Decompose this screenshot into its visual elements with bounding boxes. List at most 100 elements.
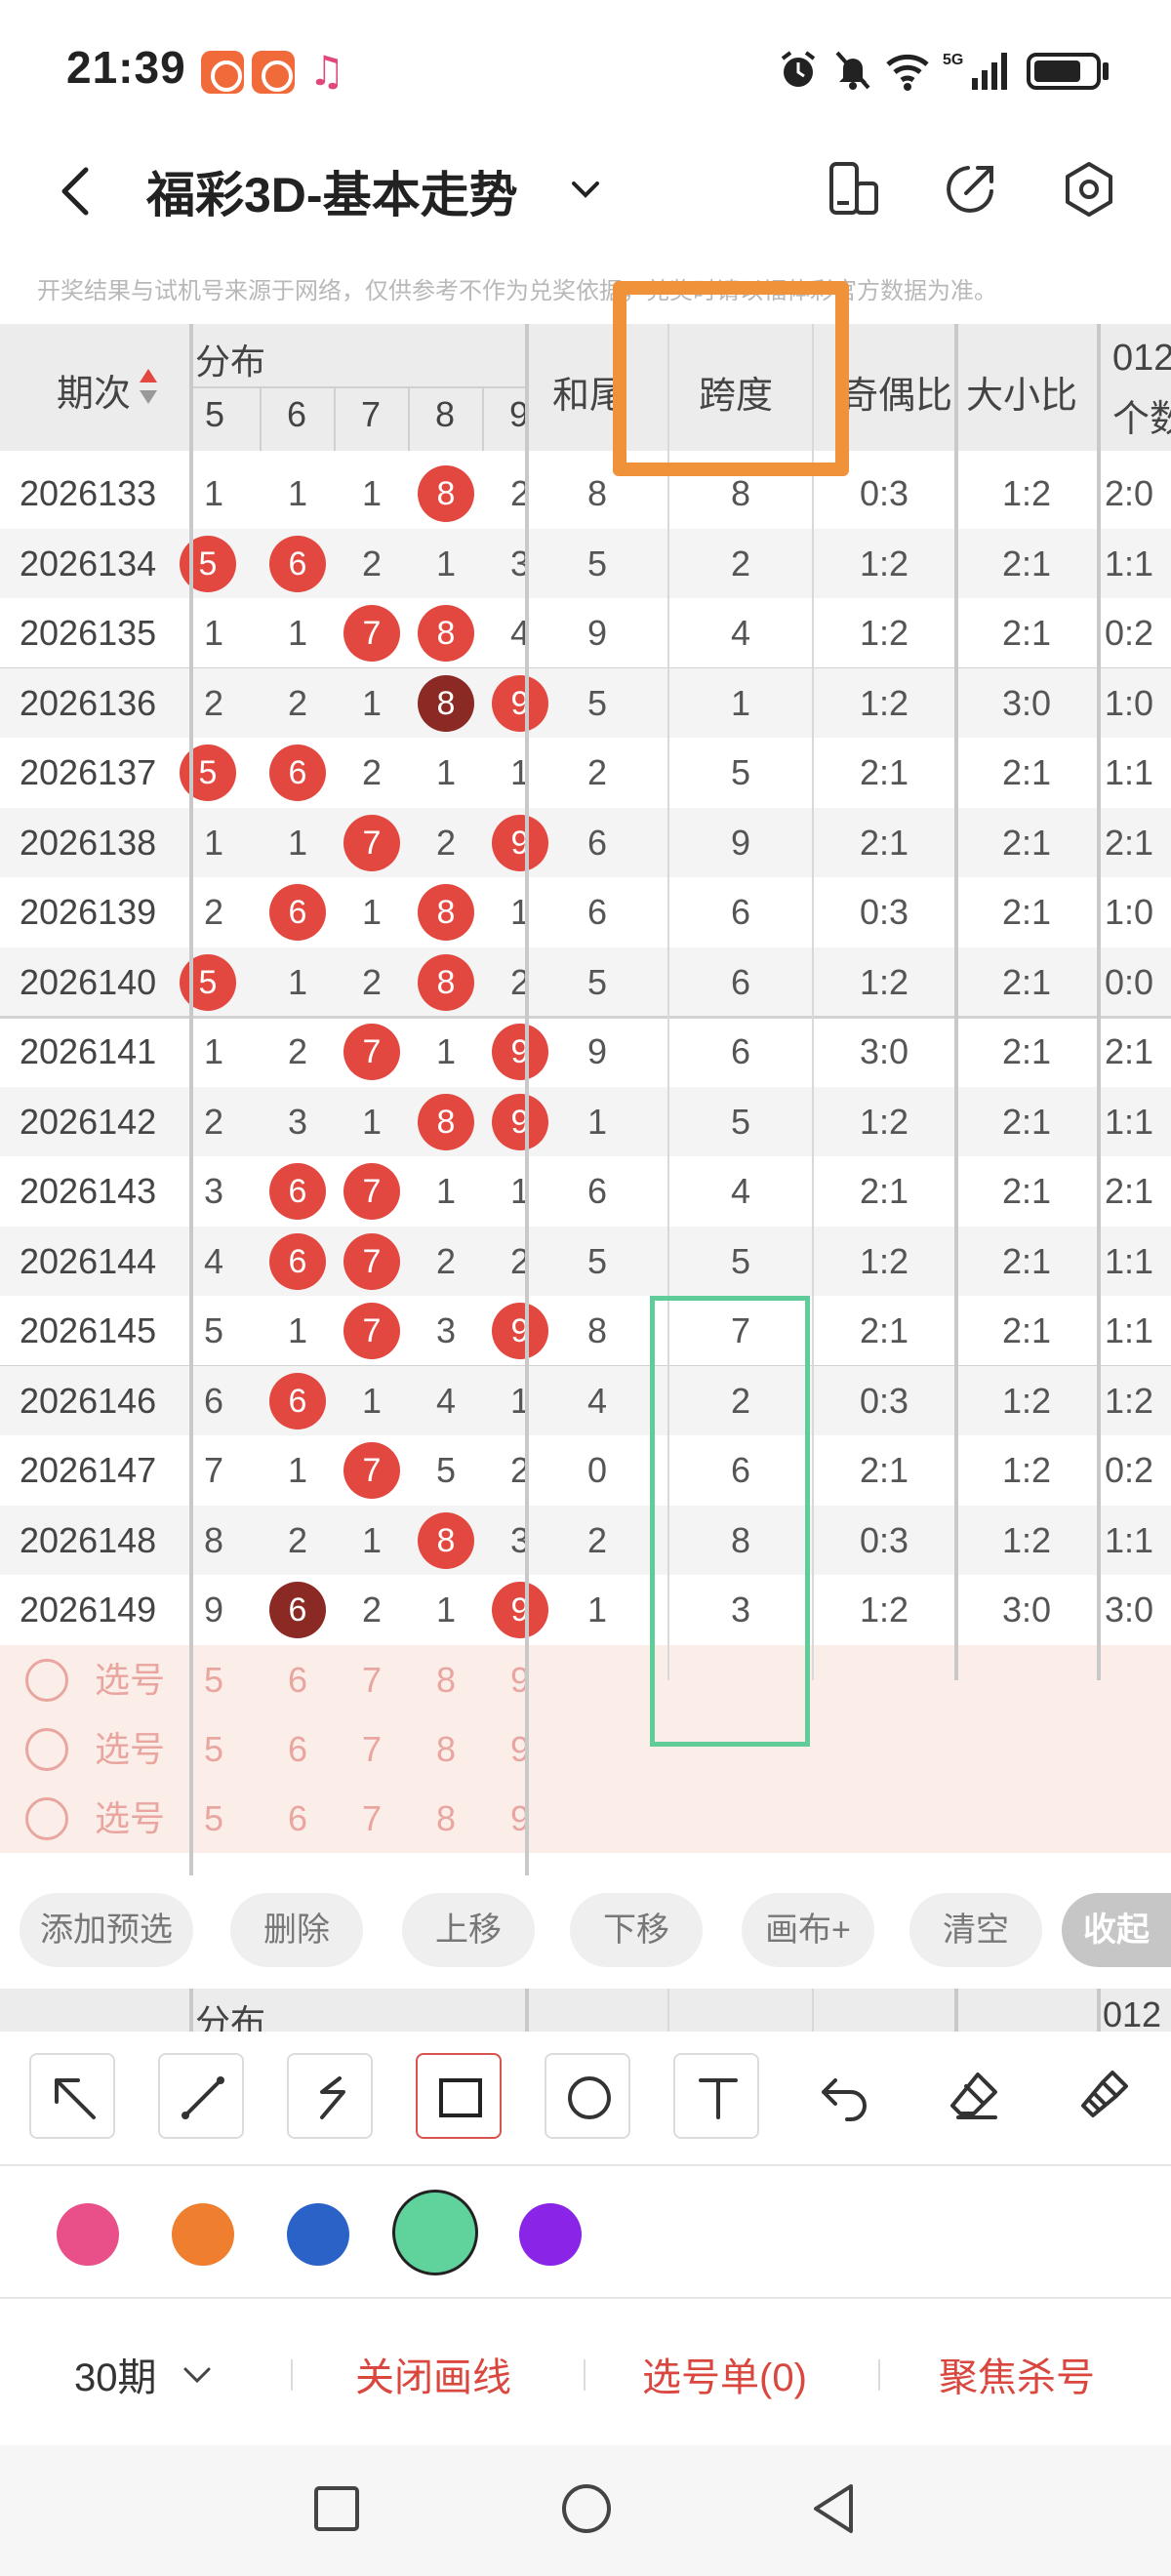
table-row[interactable]: 2026146 6 6 1 4 1 4 2 0:3 1:2 1:2: [0, 1365, 1171, 1435]
move-up-button[interactable]: 上移: [402, 1893, 535, 1967]
table-row[interactable]: 2026133 1 1 1 8 2 8 8 0:3 1:2 2:0: [0, 459, 1171, 529]
eraser-icon[interactable]: [931, 2053, 1017, 2139]
header-span[interactable]: 跨度: [699, 365, 773, 419]
sum-tail-cell: 1: [586, 1590, 608, 1630]
table-row[interactable]: 2026141 1 2 7 1 9 9 6 3:0 2:1 2:1: [0, 1017, 1171, 1087]
column-divider: [1097, 324, 1101, 1680]
ratio-cell: 1:2: [1105, 1380, 1154, 1421]
select-label[interactable]: 选号: [86, 1784, 174, 1853]
phone-layout-icon[interactable]: [822, 158, 884, 221]
picker-digit[interactable]: 8: [414, 1784, 478, 1853]
move-down-button[interactable]: 下移: [570, 1893, 703, 1967]
picker-digit[interactable]: 8: [414, 1645, 478, 1714]
undo-icon[interactable]: [802, 2053, 888, 2139]
odd-even-cell: 0:3: [859, 1519, 909, 1560]
back-arrow-icon[interactable]: [49, 162, 107, 221]
header-big-small[interactable]: 大小比: [966, 365, 1077, 419]
header-issue[interactable]: 期次: [57, 363, 131, 417]
selection-list-button[interactable]: 选号单(0): [642, 2346, 807, 2402]
arrow-tool-icon[interactable]: [29, 2053, 115, 2139]
back-icon[interactable]: [800, 2475, 868, 2543]
delete-button[interactable]: 删除: [230, 1893, 363, 1967]
color-swatch-orange[interactable]: [172, 2203, 234, 2266]
table-row[interactable]: 2026134 5 6 2 1 3 5 2 1:2 2:1 1:1: [0, 528, 1171, 598]
action-chip-row: 添加预选 删除 上移 下移 画布+ 清空 收起: [0, 1883, 1171, 1981]
span-cell: 2: [730, 543, 751, 584]
picker-digit[interactable]: 6: [265, 1645, 330, 1714]
collapse-button[interactable]: 收起: [1062, 1893, 1171, 1967]
digit-cell: 1: [361, 892, 383, 932]
color-swatch-blue[interactable]: [287, 2203, 349, 2266]
drawing-toolbar: [0, 2032, 1171, 2166]
hit-ball: 7: [343, 605, 400, 662]
share-icon[interactable]: [939, 158, 1001, 221]
hit-ball: 7: [343, 814, 400, 871]
picker-digit[interactable]: 7: [340, 1784, 404, 1853]
table-row[interactable]: 2026138 1 1 7 2 9 6 9 2:1 2:1 2:1: [0, 807, 1171, 877]
picker-digit[interactable]: 7: [340, 1645, 404, 1714]
table-row[interactable]: 2026143 3 6 7 1 1 6 4 2:1 2:1 2:1: [0, 1156, 1171, 1227]
close-lines-button[interactable]: 关闭画线: [355, 2346, 511, 2402]
chevron-down-icon[interactable]: [180, 2361, 215, 2391]
clear-brush-icon[interactable]: [1060, 2053, 1146, 2139]
rectangle-tool-icon[interactable]: [416, 2053, 502, 2139]
header-digit-9: 9: [508, 394, 530, 434]
sum-tail-cell: 8: [586, 473, 608, 513]
table-row[interactable]: 2026147 7 1 7 5 2 0 6 2:1 1:2 0:2: [0, 1435, 1171, 1506]
add-preset-button[interactable]: 添加预选: [20, 1893, 193, 1967]
table-row[interactable]: 2026137 5 6 2 1 1 2 5 2:1 2:1 1:1: [0, 738, 1171, 808]
picker-digit[interactable]: 7: [340, 1714, 404, 1784]
wifi-icon: [886, 54, 929, 91]
canvas-plus-button[interactable]: 画布+: [742, 1893, 874, 1967]
picker-digit[interactable]: 9: [488, 1784, 552, 1853]
table-row[interactable]: 2026136 2 2 1 8 9 5 1 1:2 3:0 1:0: [0, 667, 1171, 738]
recent-apps-icon[interactable]: [303, 2475, 371, 2543]
span-cell: 4: [730, 1171, 751, 1211]
select-radio[interactable]: [25, 1727, 68, 1771]
select-radio[interactable]: [25, 1796, 68, 1840]
table-row[interactable]: 2026142 2 3 1 8 9 1 5 1:2 2:1 1:1: [0, 1086, 1171, 1156]
digit-cell: 3: [435, 1310, 457, 1350]
header-odd-even[interactable]: 奇偶比: [841, 365, 952, 419]
digit-cell: 3: [287, 1101, 308, 1142]
header-sum-tail[interactable]: 和尾: [552, 365, 626, 419]
sort-icon[interactable]: [137, 367, 160, 406]
table-row[interactable]: 2026135 1 1 7 8 4 9 4 1:2 2:1 0:2: [0, 598, 1171, 668]
table-row[interactable]: 2026148 8 2 1 8 3 2 8 0:3 1:2 1:1: [0, 1505, 1171, 1575]
freehand-tool-icon[interactable]: [287, 2053, 373, 2139]
digit-cell: 2: [287, 1031, 308, 1071]
color-swatch-pink[interactable]: [57, 2203, 119, 2266]
odd-even-cell: 0:3: [859, 892, 909, 932]
chevron-down-icon[interactable]: [566, 170, 605, 209]
select-label[interactable]: 选号: [86, 1714, 174, 1784]
picker-digit[interactable]: 8: [414, 1714, 478, 1784]
settings-hexagon-icon[interactable]: [1058, 158, 1120, 221]
period-selector[interactable]: 30期: [74, 2346, 157, 2402]
table-row[interactable]: 2026139 2 6 1 8 1 6 6 0:3 2:1 1:0: [0, 877, 1171, 947]
select-label[interactable]: 选号: [86, 1645, 174, 1714]
picker-digit[interactable]: 9: [488, 1714, 552, 1784]
color-swatch-green-selected[interactable]: [392, 2190, 478, 2275]
line-tool-icon[interactable]: [158, 2053, 244, 2139]
home-icon[interactable]: [552, 2475, 621, 2543]
status-time: 21:39: [66, 42, 186, 93]
bottom-bar-divider: [584, 2359, 586, 2391]
picker-digit[interactable]: 6: [265, 1784, 330, 1853]
table-row[interactable]: 2026145 5 1 7 3 9 8 7 2:1 2:1 1:1: [0, 1296, 1171, 1366]
big-small-cell: 2:1: [1001, 1240, 1052, 1281]
picker-digit[interactable]: 6: [265, 1714, 330, 1784]
color-swatch-purple[interactable]: [519, 2203, 582, 2266]
text-tool-icon[interactable]: [673, 2053, 759, 2139]
hit-ball: 6: [269, 745, 326, 801]
select-radio[interactable]: [25, 1658, 68, 1702]
table-row[interactable]: 2026149 9 6 2 1 9 1 3 1:2 3:0 3:0: [0, 1575, 1171, 1645]
span-cell: 1: [730, 682, 751, 723]
table-row[interactable]: 2026144 4 6 7 2 2 5 5 1:2 2:1 1:1: [0, 1226, 1171, 1296]
circle-tool-icon[interactable]: [545, 2053, 630, 2139]
focus-kill-button[interactable]: 聚焦杀号: [939, 2346, 1095, 2402]
picker-digit[interactable]: 9: [488, 1645, 552, 1714]
page-title[interactable]: 福彩3D-基本走势: [146, 156, 518, 226]
odd-even-cell: 3:0: [859, 1031, 909, 1071]
clear-button[interactable]: 清空: [909, 1893, 1042, 1967]
table-row[interactable]: 2026140 5 1 2 8 2 5 6 1:2 2:1 0:0: [0, 946, 1171, 1017]
